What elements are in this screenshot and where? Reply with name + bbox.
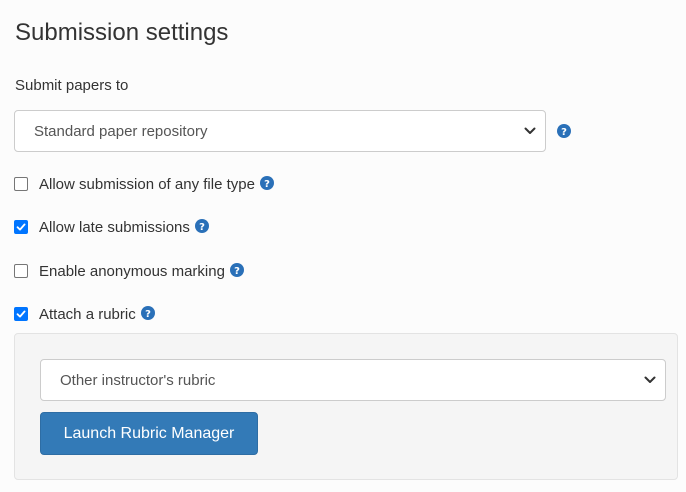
any-file-type-checkbox[interactable] bbox=[14, 177, 28, 191]
page-title: Submission settings bbox=[15, 19, 229, 46]
rubric-selected-value: Other instructor's rubric bbox=[60, 371, 216, 389]
late-submissions-checkbox[interactable] bbox=[14, 220, 28, 234]
help-icon[interactable]: ? bbox=[140, 306, 155, 320]
submission-settings-panel: Submission settings Submit papers to Sta… bbox=[0, 0, 686, 492]
anonymous-marking-checkbox[interactable] bbox=[14, 264, 28, 278]
svg-text:?: ? bbox=[145, 309, 151, 320]
svg-text:?: ? bbox=[561, 127, 567, 138]
late-submissions-label: Allow late submissions bbox=[39, 218, 190, 236]
help-icon[interactable]: ? bbox=[229, 263, 244, 277]
help-icon[interactable]: ? bbox=[259, 176, 274, 190]
submit-papers-to-label: Submit papers to bbox=[15, 77, 129, 94]
submit-papers-to-select[interactable]: Standard paper repository bbox=[14, 110, 546, 152]
svg-text:?: ? bbox=[199, 222, 205, 233]
rubric-select[interactable]: Other instructor's rubric bbox=[40, 359, 666, 401]
help-icon[interactable]: ? bbox=[194, 219, 209, 233]
checkmark-icon bbox=[16, 310, 26, 318]
checkmark-icon bbox=[16, 223, 26, 231]
anonymous-marking-label: Enable anonymous marking bbox=[39, 262, 225, 280]
attach-rubric-label: Attach a rubric bbox=[39, 305, 136, 323]
option-any-file-type: Allow submission of any file type ? bbox=[14, 174, 274, 194]
svg-text:?: ? bbox=[234, 266, 240, 277]
option-anonymous-marking: Enable anonymous marking ? bbox=[14, 261, 244, 281]
submit-papers-to-selected-value: Standard paper repository bbox=[34, 122, 208, 140]
svg-text:?: ? bbox=[264, 179, 270, 190]
launch-rubric-manager-button[interactable]: Launch Rubric Manager bbox=[40, 412, 258, 455]
option-attach-rubric: Attach a rubric ? bbox=[14, 304, 155, 324]
chevron-down-icon bbox=[524, 127, 536, 135]
chevron-down-icon bbox=[644, 376, 656, 384]
rubric-options-well bbox=[14, 333, 678, 480]
attach-rubric-checkbox[interactable] bbox=[14, 307, 28, 321]
help-icon[interactable]: ? bbox=[557, 124, 571, 138]
any-file-type-label: Allow submission of any file type bbox=[39, 175, 255, 193]
option-late-submissions: Allow late submissions ? bbox=[14, 217, 209, 237]
